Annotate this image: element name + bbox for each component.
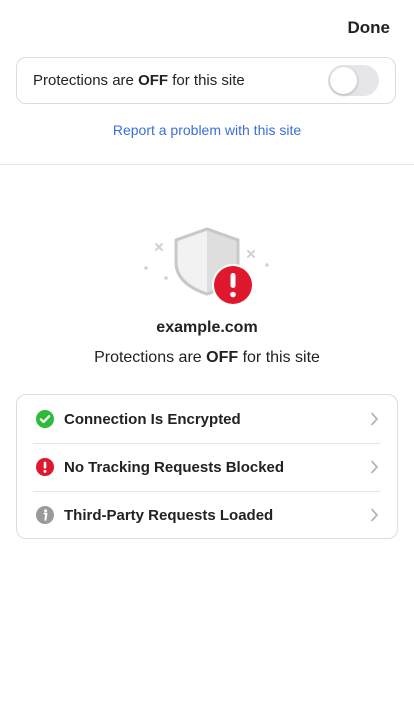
divider	[0, 164, 414, 165]
protection-toggle-switch[interactable]	[328, 65, 379, 96]
detail-row-connection[interactable]: Connection Is Encrypted	[17, 395, 397, 443]
protection-toggle-row: Protections are OFF for this site	[16, 57, 396, 104]
detail-label: No Tracking Requests Blocked	[64, 458, 285, 476]
privacy-dashboard: Done Protections are OFF for this site R…	[0, 0, 414, 715]
site-domain: example.com	[156, 319, 258, 336]
report-problem-link[interactable]: Report a problem with this site	[0, 122, 414, 138]
chevron-right-icon	[371, 412, 378, 426]
protection-status-text: Protections are OFF for this site	[94, 349, 320, 366]
shield-warning-icon	[144, 227, 269, 306]
toggle-knob	[330, 67, 357, 94]
detail-label: Third-Party Requests Loaded	[64, 506, 274, 524]
site-details-list: Connection Is Encrypted No Tracking Requ…	[16, 394, 398, 539]
done-button[interactable]: Done	[348, 18, 391, 38]
detail-row-third-party[interactable]: Third-Party Requests Loaded	[17, 491, 397, 538]
chevron-right-icon	[371, 508, 378, 522]
detail-row-tracking[interactable]: No Tracking Requests Blocked	[17, 443, 397, 491]
info-circle-icon	[36, 506, 54, 524]
detail-label: Connection Is Encrypted	[64, 410, 241, 428]
exclamation-circle-icon	[36, 458, 54, 476]
chevron-right-icon	[371, 460, 378, 474]
check-circle-icon	[36, 410, 54, 428]
protection-toggle-label: Protections are OFF for this site	[33, 72, 245, 89]
